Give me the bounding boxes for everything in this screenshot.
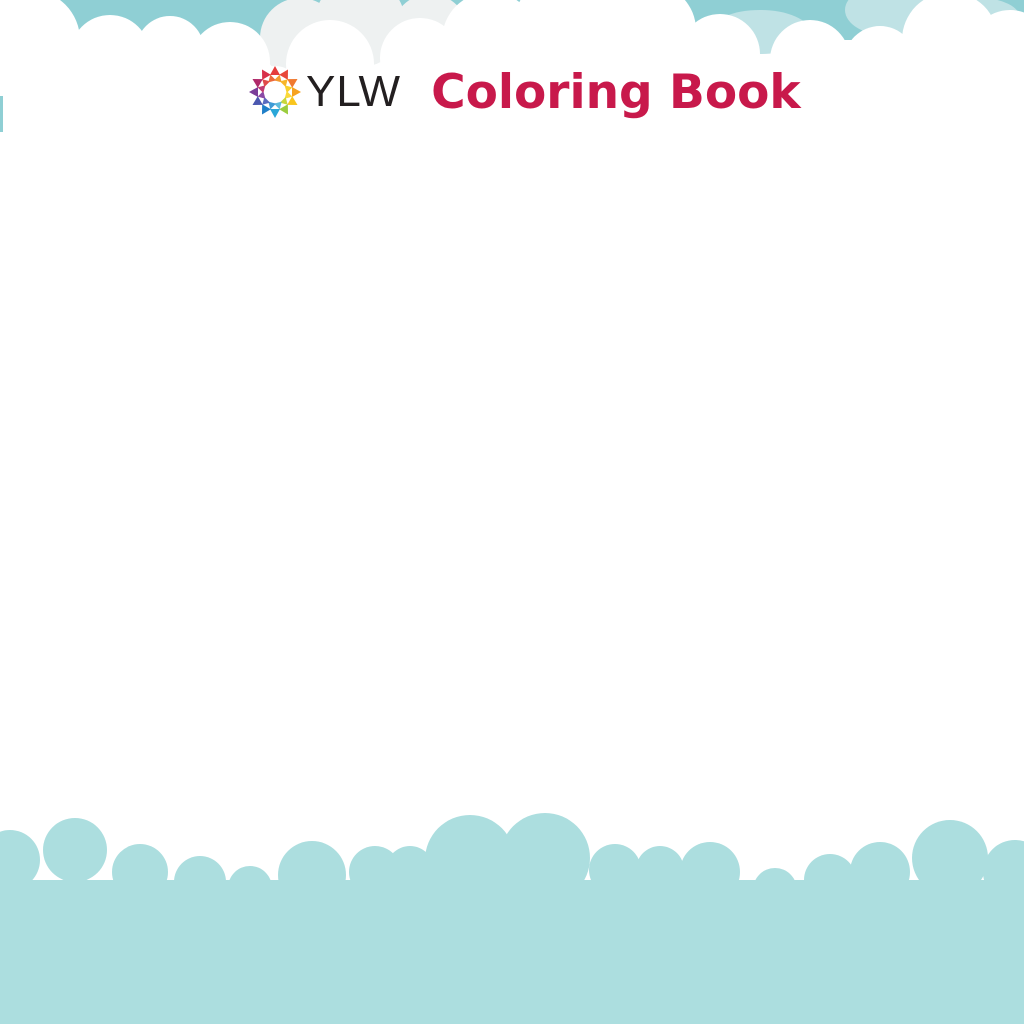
page-title: Coloring Book	[431, 64, 801, 120]
header: YLW Coloring Book	[248, 60, 801, 124]
brand-name: YLW	[306, 67, 402, 116]
ylw-sunburst-logo-icon	[249, 66, 301, 118]
coloring-book-page: YLW Coloring Book	[0, 0, 1024, 1024]
bottom-cloud-banner	[0, 813, 1024, 1024]
coloring-canvas[interactable]	[60, 160, 964, 800]
